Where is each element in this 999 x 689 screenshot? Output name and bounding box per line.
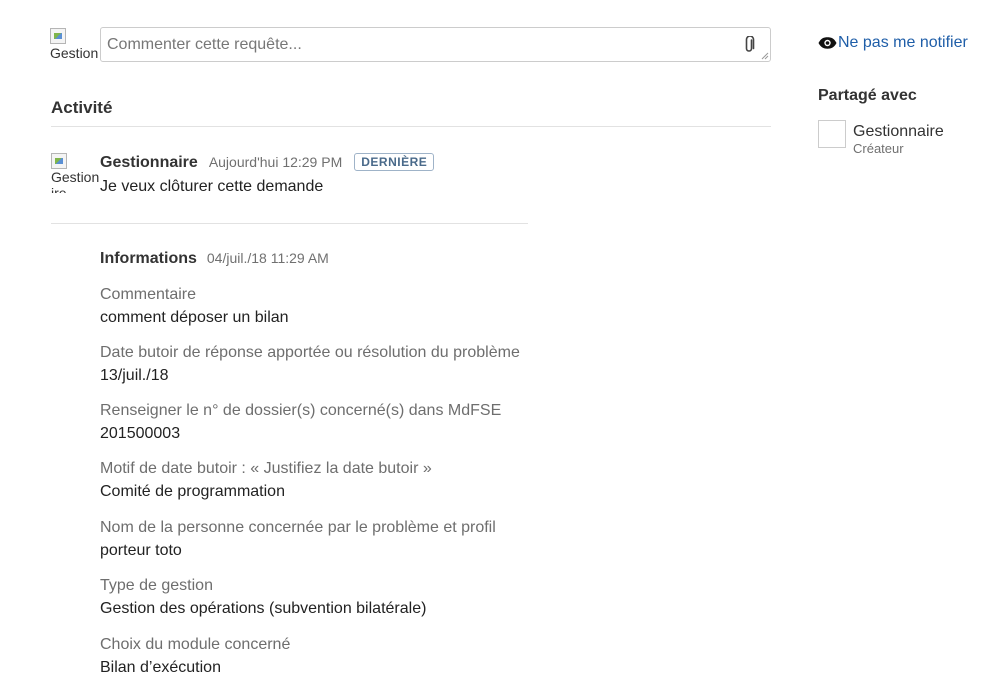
info-field: Type de gestion Gestion des opérations (… <box>100 576 426 619</box>
info-field: Renseigner le n° de dossier(s) concerné(… <box>100 401 501 444</box>
info-field-label: Choix du module concerné <box>100 636 291 653</box>
info-field-label: Date butoir de réponse apportée ou résol… <box>100 344 520 361</box>
activity-author[interactable]: Gestionnaire <box>100 154 198 172</box>
broken-image-icon <box>50 28 66 44</box>
info-field-label: Renseigner le n° de dossier(s) concerné(… <box>100 402 502 419</box>
composer-avatar-alt: Gestionnaire <box>50 45 98 61</box>
activity-title: Activité <box>51 98 113 117</box>
info-field-label: Nom de la personne concernée par le prob… <box>100 519 496 536</box>
info-field-value: Bilan d’exécution <box>100 659 221 676</box>
info-field-label: Commentaire <box>100 286 197 303</box>
info-field: Motif de date butoir : « Justifiez la da… <box>100 459 432 502</box>
activity-divider <box>51 126 771 127</box>
activity-avatar-alt-line1: Gestionna <box>51 169 99 185</box>
activity-timestamp: Aujourd'hui 12:29 PM <box>208 154 343 170</box>
do-not-notify-label: Ne pas me notifier <box>838 34 968 51</box>
info-field-value: Gestion des opérations (subvention bilat… <box>100 600 427 617</box>
info-field-label: Motif de date butoir : « Justifiez la da… <box>100 460 432 477</box>
shared-user-role: Créateur <box>853 141 904 156</box>
activity-entry-header: Gestionnaire Aujourd'hui 12:29 PM DERNIÈ… <box>100 153 435 172</box>
info-title: Informations <box>100 250 197 267</box>
info-header: Informations 04/juil./18 11:29 AM <box>100 250 329 268</box>
info-field-value: porteur toto <box>100 542 182 559</box>
eye-icon <box>818 37 837 49</box>
comment-box[interactable] <box>100 27 771 62</box>
info-field: Nom de la personne concernée par le prob… <box>100 518 496 561</box>
info-field-value: Comité de programmation <box>100 483 285 500</box>
shared-user-name: Gestionnaire <box>853 123 944 140</box>
activity-entry-divider <box>51 223 528 224</box>
do-not-notify-link[interactable]: Ne pas me notifier <box>818 34 968 52</box>
info-field-value: 201500003 <box>100 425 181 442</box>
info-field-value: comment déposer un bilan <box>100 309 289 326</box>
paperclip-icon[interactable] <box>742 36 756 54</box>
info-timestamp: 04/juil./18 11:29 AM <box>206 250 329 266</box>
info-field-value: 13/juil./18 <box>100 367 169 384</box>
shared-user-avatar <box>818 120 846 148</box>
info-field-label: Type de gestion <box>100 577 213 594</box>
comment-input[interactable] <box>107 34 727 56</box>
info-field: Choix du module concerné Bilan d’exécuti… <box>100 635 290 678</box>
shared-with-title: Partagé avec <box>818 87 917 104</box>
composer-avatar: Gestionnaire <box>50 28 98 68</box>
activity-comment-text: Je veux clôturer cette demande <box>100 178 324 195</box>
info-field: Commentaire comment déposer un bilan <box>100 285 289 328</box>
broken-image-icon <box>51 153 67 169</box>
info-field: Date butoir de réponse apportée ou résol… <box>100 343 520 386</box>
activity-avatar: Gestionna ire <box>51 153 99 193</box>
resize-grip-icon[interactable] <box>761 52 769 60</box>
latest-badge: DERNIÈRE <box>354 153 435 171</box>
activity-avatar-alt-line2: ire <box>51 185 67 193</box>
